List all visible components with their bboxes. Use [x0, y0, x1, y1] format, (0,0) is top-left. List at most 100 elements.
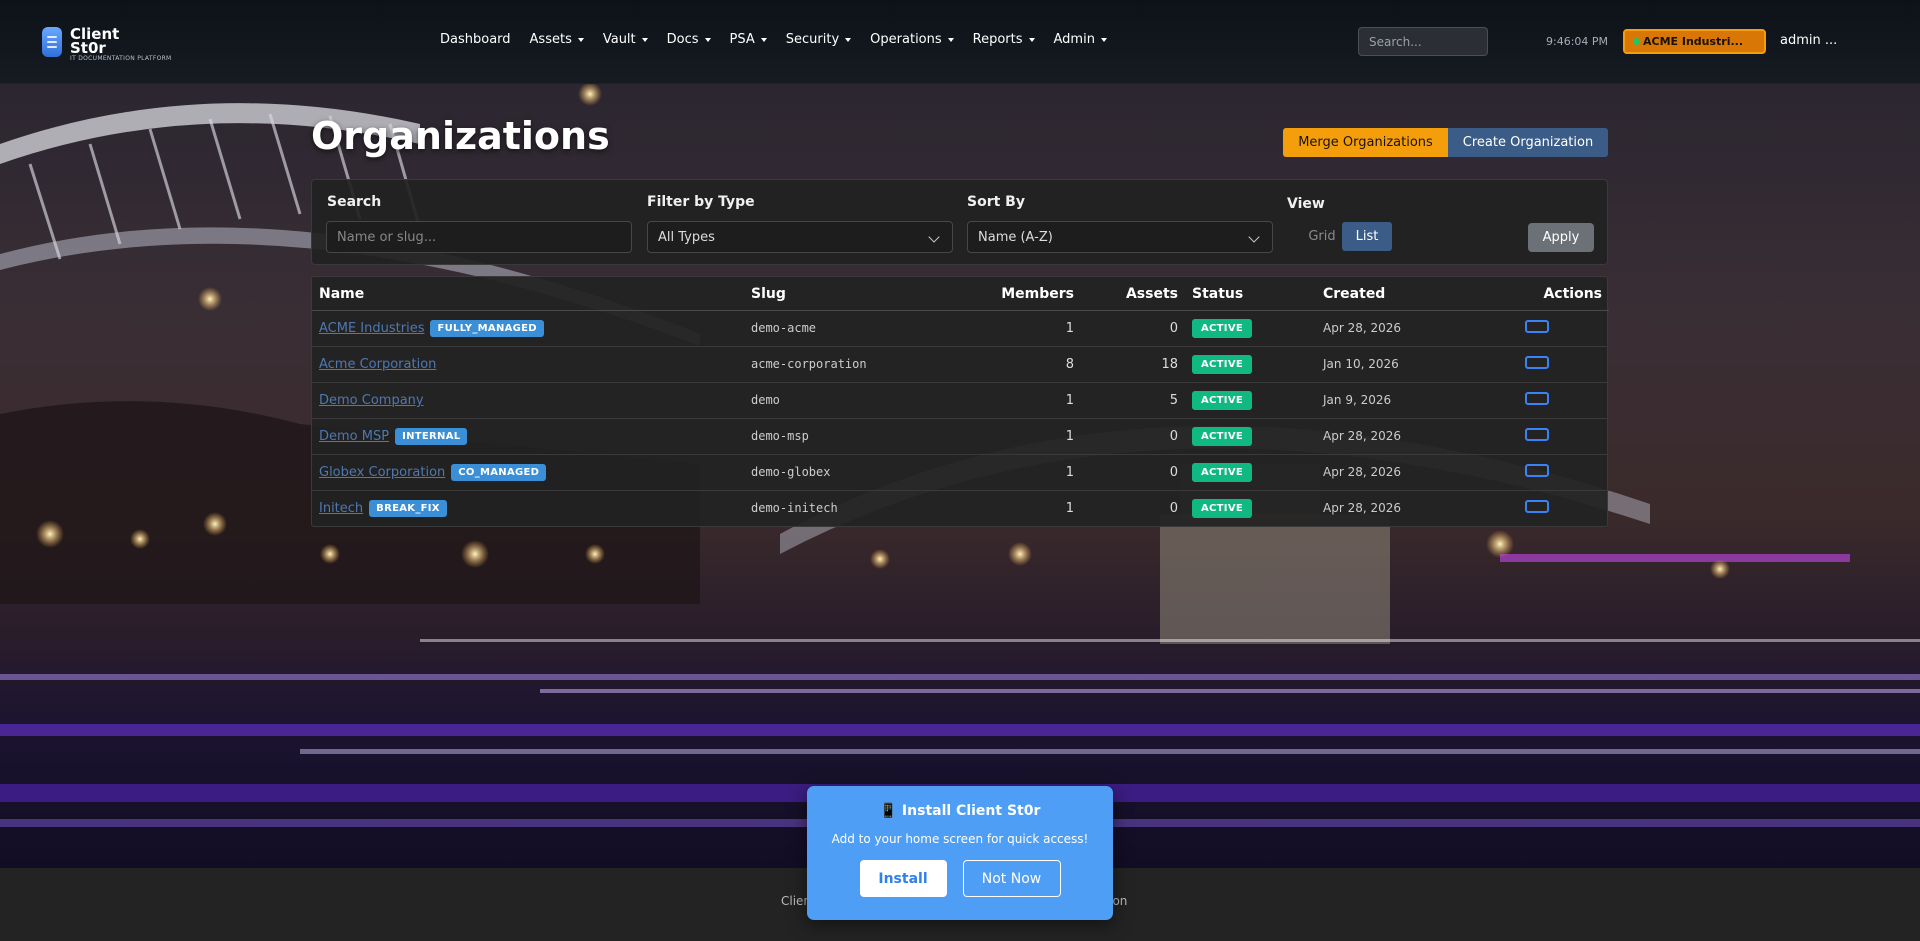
brand-tagline: IT DOCUMENTATION PLATFORM [70, 55, 172, 62]
assets-count: 5 [1081, 382, 1185, 419]
nav-security[interactable]: Security [786, 32, 852, 47]
nav-reports[interactable]: Reports [973, 32, 1035, 47]
members-count: 1 [927, 382, 1081, 419]
members-count: 8 [927, 346, 1081, 383]
members-count: 1 [1065, 501, 1074, 516]
type-filter-select[interactable]: All Types [647, 221, 953, 253]
org-slug: demo-msp [751, 429, 809, 443]
current-org-label: ACME Industri... [1643, 35, 1744, 48]
actions-cell [1491, 382, 1609, 419]
actions-cell [1491, 418, 1609, 455]
status-badge: ACTIVE [1192, 463, 1252, 482]
col-name[interactable]: Name [312, 277, 744, 311]
nav-operations[interactable]: Operations [870, 32, 954, 47]
edit-icon[interactable] [1525, 464, 1549, 477]
col-slug[interactable]: Slug [744, 277, 927, 311]
merge-organizations-button[interactable]: Merge Organizations [1283, 128, 1448, 157]
table-row: Demo MSP INTERNAL demo-msp 1 0 ACTIVE Apr 28, … [312, 418, 1609, 455]
management-type-badge: CO_MANAGED [451, 464, 547, 481]
edit-icon[interactable] [1525, 500, 1549, 513]
nav-label: Admin [1053, 32, 1095, 47]
edit-icon[interactable] [1525, 392, 1549, 405]
caret-down-icon [1100, 37, 1107, 42]
clock-time: 9:46:04 PM [1546, 35, 1609, 48]
caret-down-icon [577, 37, 584, 42]
org-name-link[interactable]: Demo Company [319, 393, 424, 408]
actions-cell [1491, 310, 1609, 347]
nav-label: Docs [666, 32, 699, 47]
created-date: Apr 28, 2026 [1323, 429, 1402, 443]
org-name-cell: Initech BREAK_FIX [312, 491, 744, 527]
actions-cell [1491, 346, 1609, 383]
nav-dashboard[interactable]: Dashboard [440, 32, 511, 47]
view-label: View [1287, 196, 1325, 212]
table-row: Demo Company demo 1 5 ACTIVE Jan 9, 2026 [312, 382, 1609, 419]
management-type-badge: INTERNAL [395, 428, 468, 445]
org-name-link[interactable]: Initech [319, 501, 363, 516]
org-switcher-button[interactable]: ACME Industri... [1623, 29, 1766, 54]
col-created[interactable]: Created [1316, 277, 1491, 311]
created-date: Apr 28, 2026 [1323, 501, 1402, 515]
organizations-table: Name Slug Members Assets Status Created … [311, 276, 1609, 527]
view-grid-toggle[interactable]: Grid [1302, 222, 1342, 251]
org-name-link[interactable]: ACME Industries [319, 321, 424, 336]
created-date: Apr 28, 2026 [1323, 465, 1402, 479]
assets-count: 0 [1081, 310, 1185, 347]
create-organization-button[interactable]: Create Organization [1448, 128, 1608, 157]
global-search-input[interactable] [1358, 27, 1488, 56]
chevron-down-icon [1248, 231, 1260, 243]
org-name-link[interactable]: Demo MSP [319, 429, 389, 444]
created-date: Jan 10, 2026 [1323, 357, 1399, 371]
org-name-cell: Acme Corporation [312, 346, 744, 383]
nav-vault[interactable]: Vault [603, 32, 648, 47]
caret-down-icon [1028, 37, 1035, 42]
col-status[interactable]: Status [1185, 277, 1316, 311]
org-slug: demo-acme [751, 321, 817, 335]
nav-admin[interactable]: Admin [1054, 32, 1107, 47]
apply-filters-button[interactable]: Apply [1528, 223, 1594, 252]
status-badge: ACTIVE [1192, 499, 1252, 518]
nav-assets[interactable]: Assets [530, 32, 584, 47]
page-title: Organizations [311, 114, 610, 158]
top-navbar: Client St0r IT DOCUMENTATION PLATFORM Da… [0, 0, 1920, 84]
org-slug: demo-globex [751, 465, 831, 479]
table-row: Acme Corporation acme-corporation 8 18 ACTIV… [312, 346, 1609, 383]
table-row: ACME Industries FULLY_MANAGED demo-acme 1 0 A… [312, 310, 1609, 347]
nav-label: Vault [602, 32, 636, 47]
caret-down-icon [845, 37, 852, 42]
nav-label: Assets [529, 32, 572, 47]
assets-count: 0 [1169, 501, 1178, 516]
status-badge: ACTIVE [1192, 391, 1252, 410]
col-assets[interactable]: Assets [1081, 277, 1185, 311]
sort-select[interactable]: Name (A-Z) [967, 221, 1273, 253]
assets-count: 0 [1081, 454, 1185, 491]
edit-icon[interactable] [1525, 356, 1549, 369]
col-members[interactable]: Members [927, 277, 1081, 311]
table-row: Initech BREAK_FIX demo-initech 1 0 ACTIVE Apr … [312, 491, 1609, 527]
brand-name: Client St0r [70, 25, 120, 57]
search-label: Search [327, 194, 382, 210]
org-slug: acme-corporation [751, 357, 867, 371]
nav-docs[interactable]: Docs [667, 32, 711, 47]
install-prompt-title: 📱 Install Client St0r [879, 803, 1041, 819]
nav-label: PSA [729, 32, 755, 47]
status-badge: ACTIVE [1192, 319, 1252, 338]
not-now-button[interactable]: Not Now [962, 860, 1061, 897]
install-prompt-message: Add to your home screen for quick access… [831, 832, 1089, 846]
brand-logo-link[interactable]: Client St0r IT DOCUMENTATION PLATFORM [42, 27, 172, 62]
table-header-row: Name Slug Members Assets Status Created … [312, 277, 1609, 311]
members-count: 1 [927, 418, 1081, 455]
org-name-link[interactable]: Acme Corporation [319, 357, 436, 372]
caret-down-icon [704, 37, 711, 42]
nav-psa[interactable]: PSA [730, 32, 767, 47]
org-name-link[interactable]: Globex Corporation [319, 465, 445, 480]
user-menu[interactable]: admin ... [1780, 33, 1837, 48]
edit-icon[interactable] [1525, 428, 1549, 441]
edit-icon[interactable] [1525, 320, 1549, 333]
org-search-input[interactable] [326, 221, 632, 253]
caret-down-icon [947, 37, 954, 42]
org-name-cell: ACME Industries FULLY_MANAGED [312, 310, 744, 347]
install-button[interactable]: Install [859, 860, 947, 897]
table-row: Globex Corporation CO_MANAGED demo-globex 1… [312, 454, 1609, 491]
view-list-toggle[interactable]: List [1342, 222, 1392, 251]
